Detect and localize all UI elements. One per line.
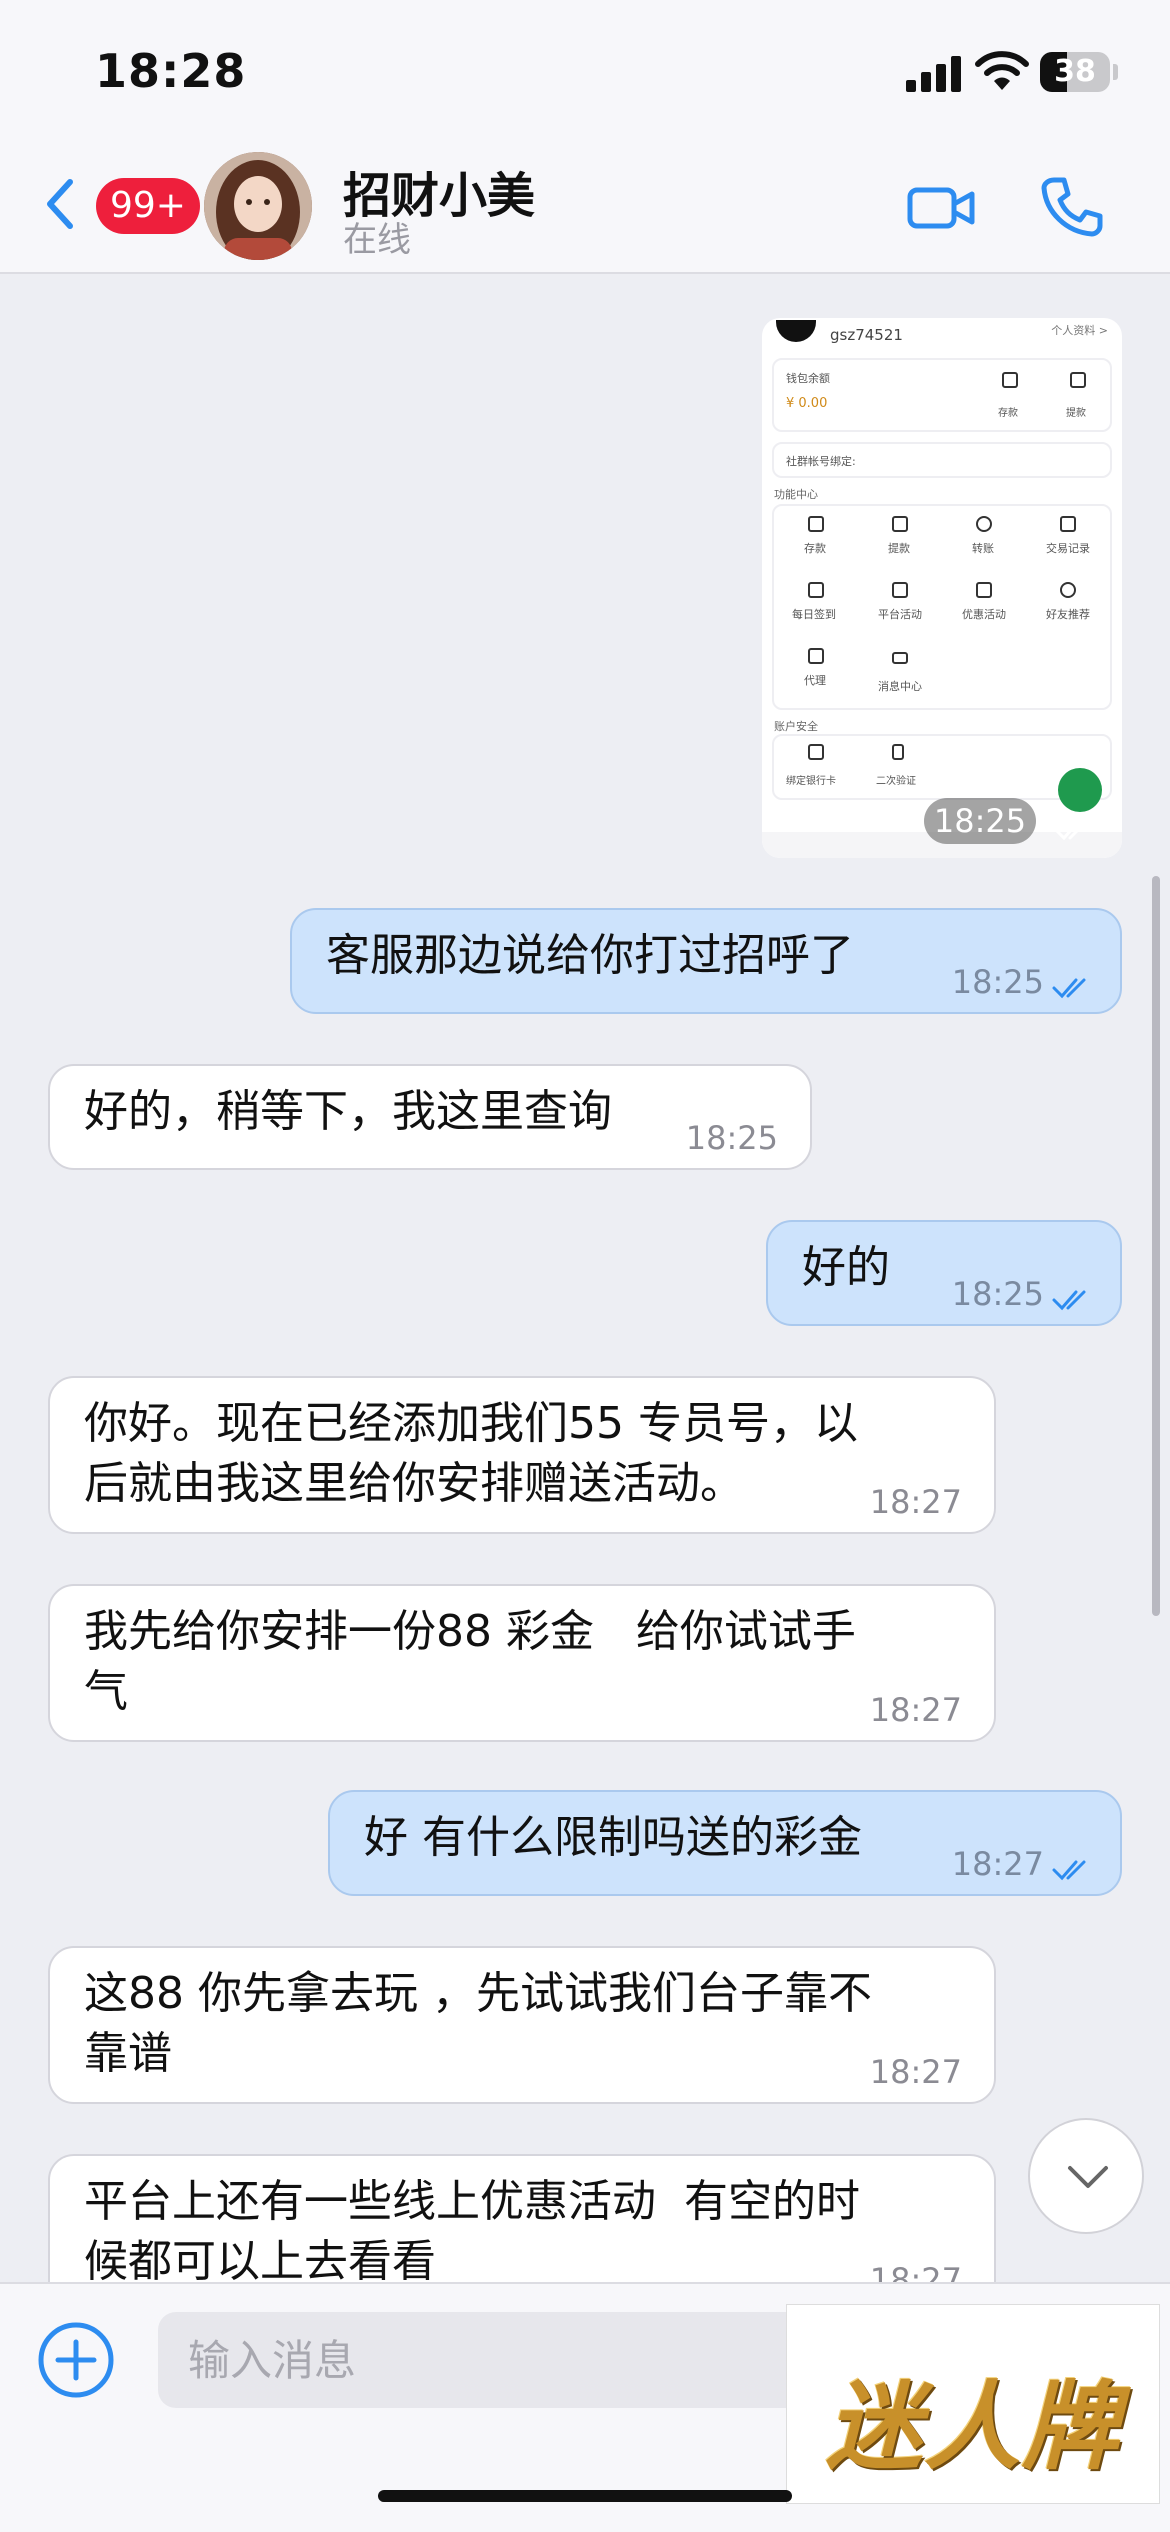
function-center-label: 功能中心 xyxy=(774,488,818,501)
site-logo-icon xyxy=(776,320,816,342)
function-label: 平台活动 xyxy=(878,608,922,621)
phone-icon[interactable] xyxy=(1040,174,1104,238)
function-label: 好友推荐 xyxy=(1046,608,1090,621)
message-time: 18:25 xyxy=(951,963,1044,1001)
message-outgoing[interactable]: 好 有什么限制吗送的彩金 18:27 xyxy=(328,1790,1122,1896)
message-input[interactable] xyxy=(158,2312,858,2408)
screenshot-topline: gsz74521 个人资料 > xyxy=(762,318,1122,348)
message-time: 18:27 xyxy=(869,2053,962,2091)
message-text: 平台上还有一些线上优惠活动 有空的时 候都可以上去看看 xyxy=(84,2176,860,2287)
calendar-icon xyxy=(808,582,824,598)
cellular-signal-icon xyxy=(906,56,962,92)
function-label: 每日签到 xyxy=(792,608,836,621)
friends-icon xyxy=(1060,582,1076,598)
social-bind-card: 社群帐号绑定: xyxy=(772,442,1112,478)
unread-badge[interactable]: 99+ xyxy=(96,178,200,234)
withdraw-icon xyxy=(892,516,908,532)
function-label: 优惠活动 xyxy=(962,608,1006,621)
message-time: 18:25 xyxy=(951,1275,1044,1313)
wallet-value: ¥ 0.00 xyxy=(786,396,828,411)
deposit-icon xyxy=(1002,372,1018,388)
message-text: 我先给你安排一份88 彩金 给你试试手 气 xyxy=(84,1606,856,1717)
message-time: 18:25 xyxy=(685,1119,778,1157)
message-time: 18:27 xyxy=(869,1691,962,1729)
chevron-down-icon xyxy=(1068,2166,1108,2188)
message-text: 你好。现在已经添加我们55 专员号，以 后就由我这里给你安排赠送活动。 xyxy=(84,1398,858,1509)
status-time: 18:28 xyxy=(95,44,247,98)
account-security-label: 账户安全 xyxy=(774,720,818,733)
battery-level: 38 xyxy=(1054,54,1096,89)
home-indicator[interactable] xyxy=(378,2490,792,2502)
function-label: 代理 xyxy=(804,674,826,687)
message-incoming[interactable]: 好的，稍等下，我这里查询 18:25 xyxy=(48,1064,812,1170)
watermark-logo: 迷人牌 xyxy=(786,2304,1160,2504)
message-incoming[interactable]: 你好。现在已经添加我们55 专员号，以 后就由我这里给你安排赠送活动。 18:2… xyxy=(48,1376,996,1534)
function-label: 消息中心 xyxy=(878,680,922,693)
wifi-icon xyxy=(975,51,1029,90)
avatar[interactable] xyxy=(204,152,312,260)
message-text: 好的，稍等下，我这里查询 xyxy=(84,1086,612,1137)
withdraw-icon xyxy=(1070,372,1086,388)
message-outgoing[interactable]: 好的 18:25 xyxy=(766,1220,1122,1326)
status-bar: 18:28 38 xyxy=(0,0,1170,150)
plus-circle-icon[interactable] xyxy=(36,2320,116,2400)
chevron-left-icon[interactable] xyxy=(40,174,80,234)
wallet-deposit-label: 存款 xyxy=(998,408,1018,419)
shared-screenshot-image[interactable]: gsz74521 个人资料 > 钱包余额 ¥ 0.00 存款 提款 社群帐号绑定… xyxy=(762,318,1122,858)
read-receipt-icon xyxy=(1052,1860,1086,1881)
read-receipt-icon xyxy=(1054,820,1088,841)
chat-float-icon xyxy=(1058,768,1102,812)
function-label: 转账 xyxy=(972,542,994,555)
function-label: 提款 xyxy=(888,542,910,555)
function-grid: 存款 提款 转账 交易记录 每日签到 平台活动 优惠活动 好友推荐 代理 消息中… xyxy=(772,504,1112,710)
message-text: 这88 你先拿去玩 ，先试试我们台子靠不 靠谱 xyxy=(84,1968,872,2079)
scroll-to-bottom-button[interactable] xyxy=(1028,2118,1144,2234)
read-receipt-icon xyxy=(1052,978,1086,999)
two-factor-icon xyxy=(892,744,904,760)
image-timestamp: 18:25 xyxy=(924,798,1036,844)
function-label: 存款 xyxy=(804,542,826,555)
wallet-card: 钱包余额 ¥ 0.00 存款 提款 xyxy=(772,358,1112,432)
watermark-text: 迷人牌 xyxy=(826,2370,1120,2483)
read-receipt-icon xyxy=(1052,1290,1086,1311)
agent-icon xyxy=(808,648,824,664)
message-time: 18:27 xyxy=(951,1845,1044,1883)
battery-tip xyxy=(1113,64,1118,80)
security-label: 二次验证 xyxy=(876,776,916,787)
screenshot-username: gsz74521 xyxy=(830,326,903,344)
bank-card-icon xyxy=(808,744,824,760)
avatar-portrait-icon xyxy=(204,152,312,260)
security-label: 绑定银行卡 xyxy=(786,776,836,787)
battery-icon: 38 xyxy=(1040,52,1110,92)
video-call-icon[interactable] xyxy=(906,178,976,238)
message-outgoing[interactable]: 客服那边说给你打过招呼了 18:25 xyxy=(290,908,1122,1014)
contact-status: 在线 xyxy=(343,220,411,260)
camera-icon xyxy=(892,582,908,598)
message-time: 18:27 xyxy=(869,1483,962,1521)
wallet-label: 钱包余额 xyxy=(786,372,830,385)
screenshot-profile-link: 个人资料 > xyxy=(1051,324,1108,337)
mail-icon xyxy=(892,652,908,664)
function-label: 交易记录 xyxy=(1046,542,1090,555)
transaction-record-icon xyxy=(1060,516,1076,532)
transfer-icon xyxy=(976,516,992,532)
chat-header: 99+ 招财小美 在线 xyxy=(0,150,1170,274)
wallet-withdraw-label: 提款 xyxy=(1066,408,1086,419)
deposit-icon xyxy=(808,516,824,532)
scrollbar[interactable] xyxy=(1152,876,1160,1616)
message-incoming[interactable]: 我先给你安排一份88 彩金 给你试试手 气 18:27 xyxy=(48,1584,996,1742)
gift-icon xyxy=(976,582,992,598)
social-bind-label: 社群帐号绑定: xyxy=(786,455,856,468)
message-incoming[interactable]: 这88 你先拿去玩 ，先试试我们台子靠不 靠谱 18:27 xyxy=(48,1946,996,2104)
